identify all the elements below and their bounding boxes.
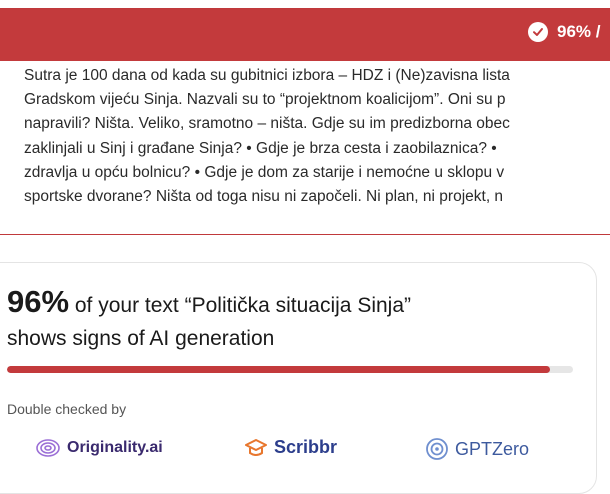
headline-text-line-2: shows signs of AI generation	[7, 327, 275, 350]
ai-score-text: 96% /	[557, 22, 601, 41]
ai-percentage: 96%	[7, 284, 70, 319]
check-circle-icon	[528, 22, 548, 42]
scribbr-icon	[245, 438, 267, 456]
result-headline: 96% of your text “Politička situacija Si…	[7, 285, 597, 355]
article-line: napravili? Ništa. Veliko, sramotno – niš…	[24, 115, 510, 133]
gptzero-icon	[426, 438, 448, 460]
double-checked-label: Double checked by	[7, 401, 127, 417]
article-line: Sutra je 100 dana od kada su gubitnici i…	[24, 67, 510, 84]
ai-score-banner: 96% /	[0, 9, 610, 61]
gptzero-logo: GPTZero	[425, 437, 529, 461]
originality-name: Originality.ai	[67, 439, 163, 456]
article-text: Sutra je 100 dana od kada su gubitnici i…	[24, 64, 610, 209]
gptzero-name: GPTZero	[455, 438, 530, 459]
originality-logo: Originality.ai	[35, 437, 163, 459]
ai-score-badge: 96% /	[528, 22, 600, 42]
ai-progress-fill	[7, 366, 551, 373]
scribbr-logo: Scribbr	[244, 437, 337, 458]
scribbr-name: Scribbr	[274, 437, 338, 457]
article-line: zdravlja u opću bolnicu? • Gdje je dom z…	[24, 163, 505, 181]
headline-text: of your text “Politička situacija Sinja”	[69, 294, 412, 317]
article-line: sportske dvorane? Ništa od toga nisu ni …	[24, 188, 504, 206]
ai-progress-bar	[7, 366, 573, 373]
article-line: Gradskom vijeću Sinja. Nazvali su to “pr…	[24, 91, 506, 109]
originality-icon	[36, 439, 60, 457]
article-line: zaklinjali u Sinj i građane Sinja? • Gdj…	[24, 139, 497, 157]
